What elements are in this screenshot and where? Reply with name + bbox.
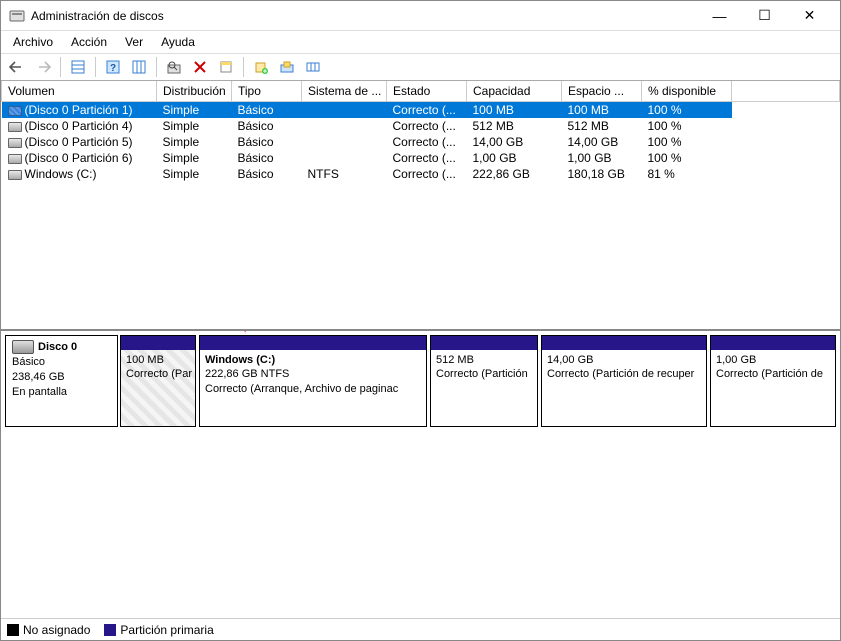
table-row[interactable]: (Disco 0 Partición 4)SimpleBásicoCorrect… (2, 118, 840, 134)
menu-acción[interactable]: Acción (63, 33, 115, 51)
volume-list-pane: VolumenDistribuciónTipoSistema de ...Est… (1, 81, 840, 331)
partition-box[interactable]: Windows (C:)222,86 GB NTFSCorrecto (Arra… (199, 335, 427, 427)
toolbar-separator (95, 57, 96, 77)
disk-status: En pantalla (12, 385, 111, 400)
partition-size: 512 MB (436, 353, 532, 367)
partition-box[interactable]: 14,00 GBCorrecto (Partición de recuper (541, 335, 707, 427)
toolbar: ? (1, 53, 840, 81)
table-row[interactable]: Windows (C:)SimpleBásicoNTFSCorrecto (..… (2, 166, 840, 182)
partition-status: Correcto (Par (126, 367, 190, 381)
close-button[interactable]: ✕ (787, 1, 832, 30)
partition-status: Correcto (Partición de recuper (547, 367, 701, 381)
drive-icon (8, 122, 22, 132)
partition-header (200, 336, 426, 350)
new-spanned-volume-button[interactable] (275, 56, 299, 78)
view-settings-button[interactable] (127, 56, 151, 78)
disk-label-box[interactable]: Disco 0 Básico 238,46 GB En pantalla (5, 335, 118, 427)
column-header[interactable]: Capacidad (467, 81, 562, 102)
primary-swatch-icon (104, 624, 116, 636)
menu-ver[interactable]: Ver (117, 33, 151, 51)
volume-table[interactable]: VolumenDistribuciónTipoSistema de ...Est… (1, 81, 840, 182)
column-header[interactable]: Volumen (2, 81, 157, 102)
partition-status: Correcto (Arranque, Archivo de paginac (205, 382, 421, 396)
column-header[interactable]: Espacio ... (562, 81, 642, 102)
table-row[interactable]: (Disco 0 Partición 5)SimpleBásicoCorrect… (2, 134, 840, 150)
table-row[interactable]: (Disco 0 Partición 1)SimpleBásicoCorrect… (2, 102, 840, 119)
column-header[interactable]: Sistema de ... (302, 81, 387, 102)
partition-header (121, 336, 195, 350)
partition-size: 222,86 GB NTFS (205, 367, 421, 381)
menubar: ArchivoAcciónVerAyuda (1, 31, 840, 53)
drive-icon (8, 138, 22, 148)
toolbar-separator (60, 57, 61, 77)
partition-status: Correcto (Partición de (716, 367, 830, 381)
partition-header (431, 336, 537, 350)
toolbar-separator (156, 57, 157, 77)
disk-type: Básico (12, 355, 111, 370)
disk-map-pane: Disco 0 Básico 238,46 GB En pantalla 100… (1, 331, 840, 618)
window-title: Administración de discos (31, 9, 697, 23)
partition-size: 14,00 GB (547, 353, 701, 367)
new-simple-volume-button[interactable] (249, 56, 273, 78)
legend-unallocated: No asignado (7, 623, 90, 637)
help-button[interactable]: ? (101, 56, 125, 78)
delete-button[interactable] (188, 56, 212, 78)
column-header[interactable]: % disponible (642, 81, 732, 102)
new-striped-volume-button[interactable] (301, 56, 325, 78)
partition-header (542, 336, 706, 350)
partition-size: 100 MB (126, 353, 190, 367)
legend-primary: Partición primaria (104, 623, 213, 637)
back-button[interactable] (5, 56, 29, 78)
maximize-button[interactable]: ☐ (742, 1, 787, 30)
drive-icon (8, 170, 22, 180)
disk-name: Disco 0 (38, 341, 77, 353)
legend-bar: No asignado Partición primaria (1, 618, 840, 640)
minimize-button[interactable]: — (697, 1, 742, 30)
toolbar-separator (243, 57, 244, 77)
unallocated-swatch-icon (7, 624, 19, 636)
column-header[interactable]: Tipo (232, 81, 302, 102)
disk-drive-icon (12, 340, 34, 354)
partition-size: 1,00 GB (716, 353, 830, 367)
titlebar: Administración de discos — ☐ ✕ (1, 1, 840, 31)
partition-box[interactable]: 512 MBCorrecto (Partición (430, 335, 538, 427)
disk-row: Disco 0 Básico 238,46 GB En pantalla 100… (5, 335, 836, 427)
app-icon (9, 8, 25, 24)
drive-icon (8, 154, 22, 164)
table-row[interactable]: (Disco 0 Partición 6)SimpleBásicoCorrect… (2, 150, 840, 166)
partition-name: Windows (C:) (205, 353, 421, 367)
column-header[interactable]: Estado (387, 81, 467, 102)
partition-box[interactable]: 100 MBCorrecto (Par (120, 335, 196, 427)
svg-text:?: ? (110, 63, 116, 74)
partition-header (711, 336, 835, 350)
menu-archivo[interactable]: Archivo (5, 33, 61, 51)
view-list-button[interactable] (66, 56, 90, 78)
partition-box[interactable]: 1,00 GBCorrecto (Partición de (710, 335, 836, 427)
disk-size: 238,46 GB (12, 370, 111, 385)
menu-ayuda[interactable]: Ayuda (153, 33, 203, 51)
properties-button[interactable] (214, 56, 238, 78)
rescan-button[interactable] (162, 56, 186, 78)
column-header[interactable]: Distribución (157, 81, 232, 102)
forward-button[interactable] (31, 56, 55, 78)
partition-status: Correcto (Partición (436, 367, 532, 381)
striped-volume-icon (8, 106, 22, 116)
